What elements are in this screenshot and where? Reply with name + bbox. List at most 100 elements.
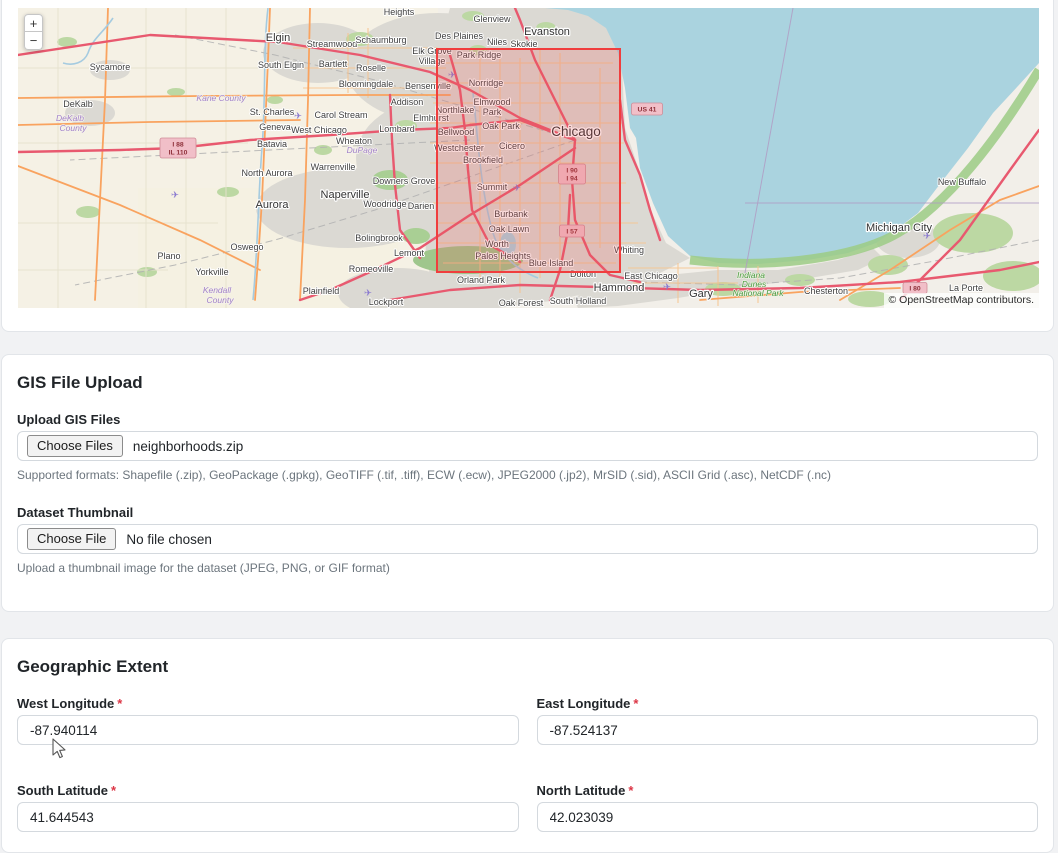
zoom-in-button[interactable]: + — [24, 14, 43, 32]
east-longitude-label-text: East Longitude — [537, 696, 631, 711]
geographic-extent-card: Geographic Extent West Longitude* East L… — [1, 638, 1054, 853]
geographic-extent-title: Geographic Extent — [17, 657, 1038, 677]
gis-files-input[interactable]: Choose Files neighborhoods.zip — [17, 431, 1038, 461]
svg-text:US 41: US 41 — [638, 107, 657, 114]
svg-text:IL 110: IL 110 — [169, 150, 188, 157]
svg-text:Plainfield: Plainfield — [303, 286, 340, 296]
required-asterisk: * — [633, 696, 638, 711]
svg-text:I 80: I 80 — [909, 286, 921, 293]
svg-text:Bartlett: Bartlett — [319, 59, 348, 69]
north-latitude-label-text: North Latitude — [537, 783, 626, 798]
map-attribution[interactable]: © OpenStreetMap contributors. — [884, 293, 1039, 308]
svg-text:Aurora: Aurora — [255, 199, 289, 211]
svg-text:Des Plaines: Des Plaines — [435, 31, 484, 41]
svg-text:Kendall: Kendall — [203, 285, 232, 295]
svg-text:Bloomingdale: Bloomingdale — [339, 79, 394, 89]
map-card: I 88IL 110US 41I 90I 94I 57I 80 HeightsS… — [1, 0, 1054, 332]
svg-text:Plano: Plano — [157, 251, 180, 261]
extent-grid: West Longitude* East Longitude* South La… — [17, 696, 1038, 832]
required-asterisk: * — [117, 696, 122, 711]
north-latitude-label: North Latitude* — [537, 783, 1039, 798]
svg-text:New Buffalo: New Buffalo — [938, 177, 986, 187]
svg-text:West Chicago: West Chicago — [291, 125, 347, 135]
svg-text:Addison: Addison — [391, 97, 424, 107]
svg-text:✈: ✈ — [171, 190, 179, 201]
thumbnail-value: No file chosen — [126, 532, 212, 547]
svg-text:Niles: Niles — [487, 37, 508, 47]
map-canvas[interactable]: I 88IL 110US 41I 90I 94I 57I 80 HeightsS… — [18, 8, 1039, 308]
svg-text:Heights: Heights — [384, 8, 415, 17]
svg-text:Glenview: Glenview — [473, 14, 511, 24]
east-longitude-input[interactable] — [537, 715, 1039, 745]
svg-text:Orland Park: Orland Park — [457, 275, 506, 285]
svg-text:Gary: Gary — [689, 288, 713, 300]
west-longitude-label: West Longitude* — [17, 696, 519, 711]
svg-text:Elgin: Elgin — [266, 32, 290, 44]
svg-text:DeKalb: DeKalb — [56, 113, 84, 123]
svg-text:DuPage: DuPage — [347, 145, 378, 155]
svg-text:✈: ✈ — [923, 231, 931, 242]
zoom-out-button[interactable]: − — [24, 32, 43, 50]
thumbnail-hint: Upload a thumbnail image for the dataset… — [17, 561, 1038, 575]
svg-text:National Park: National Park — [732, 288, 784, 298]
svg-text:La Porte: La Porte — [949, 283, 983, 293]
svg-text:Lockport: Lockport — [369, 297, 404, 307]
map-svg: I 88IL 110US 41I 90I 94I 57I 80 HeightsS… — [18, 8, 1039, 308]
svg-text:Streamwood: Streamwood — [307, 39, 358, 49]
choose-files-button[interactable]: Choose Files — [27, 435, 123, 457]
svg-text:Warrenville: Warrenville — [311, 162, 356, 172]
svg-text:Geneva: Geneva — [259, 122, 291, 132]
svg-text:Woodridge: Woodridge — [363, 199, 406, 209]
svg-text:Carol Stream: Carol Stream — [314, 110, 367, 120]
south-latitude-input[interactable] — [17, 802, 519, 832]
svg-text:South Holland: South Holland — [550, 296, 607, 306]
svg-text:Romeoville: Romeoville — [349, 264, 394, 274]
required-asterisk: * — [628, 783, 633, 798]
svg-text:Naperville: Naperville — [321, 189, 370, 201]
thumbnail-input[interactable]: Choose File No file chosen — [17, 524, 1038, 554]
svg-text:Lemont: Lemont — [394, 248, 425, 258]
svg-text:DeKalb: DeKalb — [63, 99, 93, 109]
thumbnail-group: Dataset Thumbnail Choose File No file ch… — [17, 505, 1038, 575]
required-asterisk: * — [111, 783, 116, 798]
thumbnail-label: Dataset Thumbnail — [17, 505, 1038, 520]
west-longitude-input[interactable] — [17, 715, 519, 745]
svg-text:Darien: Darien — [408, 201, 435, 211]
north-latitude-group: North Latitude* — [537, 783, 1039, 832]
gis-files-group: Upload GIS Files Choose Files neighborho… — [17, 412, 1038, 482]
svg-text:Lombard: Lombard — [379, 124, 415, 134]
gis-upload-card: GIS File Upload Upload GIS Files Choose … — [1, 354, 1054, 612]
gis-upload-title: GIS File Upload — [17, 373, 1038, 393]
svg-text:Sycamore: Sycamore — [90, 62, 131, 72]
extent-selection-rectangle[interactable] — [437, 49, 620, 272]
svg-text:St. Charles: St. Charles — [250, 107, 295, 117]
svg-text:Chesterton: Chesterton — [804, 286, 848, 296]
gis-files-value: neighborhoods.zip — [133, 439, 243, 454]
south-latitude-group: South Latitude* — [17, 783, 519, 832]
svg-text:Batavia: Batavia — [257, 139, 287, 149]
svg-text:County: County — [207, 295, 235, 305]
gis-files-label: Upload GIS Files — [17, 412, 1038, 427]
svg-text:County: County — [60, 123, 88, 133]
svg-text:Hammond: Hammond — [594, 282, 645, 294]
gis-files-hint: Supported formats: Shapefile (.zip), Geo… — [17, 468, 1038, 482]
svg-text:Kane County: Kane County — [196, 93, 246, 103]
east-longitude-group: East Longitude* — [537, 696, 1039, 745]
svg-text:✈: ✈ — [294, 111, 302, 122]
map-zoom-control: + − — [24, 14, 43, 50]
svg-text:Oswego: Oswego — [230, 242, 263, 252]
svg-text:South Elgin: South Elgin — [258, 60, 304, 70]
svg-text:Schaumburg: Schaumburg — [355, 35, 406, 45]
svg-text:✈: ✈ — [663, 282, 671, 293]
svg-text:Yorkville: Yorkville — [195, 267, 228, 277]
svg-text:I 88: I 88 — [172, 142, 184, 149]
west-longitude-label-text: West Longitude — [17, 696, 114, 711]
south-latitude-label: South Latitude* — [17, 783, 519, 798]
north-latitude-input[interactable] — [537, 802, 1039, 832]
svg-text:East Chicago: East Chicago — [624, 271, 678, 281]
svg-text:North Aurora: North Aurora — [241, 168, 292, 178]
east-longitude-label: East Longitude* — [537, 696, 1039, 711]
west-longitude-group: West Longitude* — [17, 696, 519, 745]
choose-file-button[interactable]: Choose File — [27, 528, 116, 550]
south-latitude-label-text: South Latitude — [17, 783, 108, 798]
